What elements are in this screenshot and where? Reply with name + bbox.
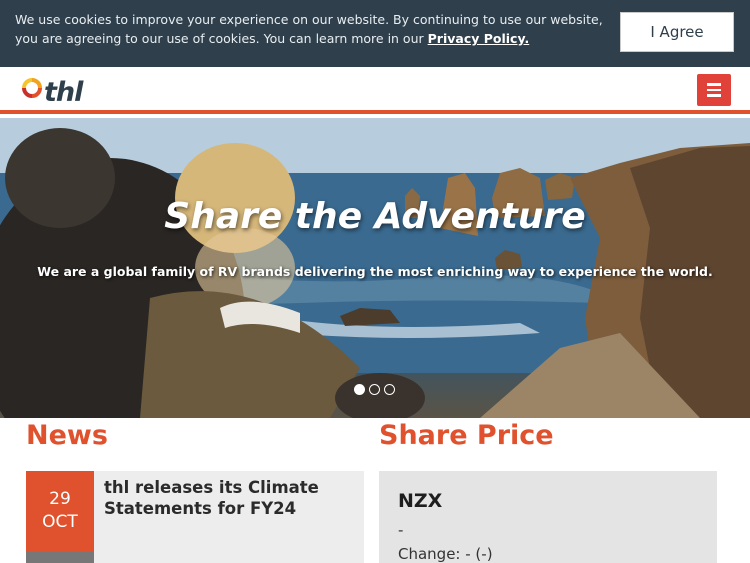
hero-carousel: Share the Adventure We are a global fami… <box>0 118 750 418</box>
logo-ring-icon <box>22 78 42 98</box>
share-price-card: NZX - Change: - (-) <box>379 471 717 563</box>
date-strip <box>26 552 94 563</box>
news-date-month: OCT <box>42 512 78 532</box>
share-price-change: Change: - (-) <box>398 545 493 563</box>
news-heading: News <box>26 420 108 451</box>
share-price-value: - <box>398 521 404 539</box>
logo-wordmark: thl <box>44 76 83 108</box>
privacy-policy-link[interactable]: Privacy Policy. <box>428 31 530 46</box>
news-date-badge: 29 OCT <box>26 471 94 552</box>
menu-button[interactable] <box>697 74 731 106</box>
exchange-name: NZX <box>398 490 443 512</box>
carousel-dot-2[interactable] <box>369 384 380 395</box>
site-header: thl <box>0 67 750 114</box>
hero-subtitle: We are a global family of RV brands deli… <box>37 264 713 279</box>
news-date-day: 29 <box>49 489 71 509</box>
share-price-heading: Share Price <box>379 420 554 451</box>
cookie-banner: We use cookies to improve your experienc… <box>0 0 750 67</box>
carousel-dot-3[interactable] <box>384 384 395 395</box>
carousel-dot-1[interactable] <box>354 384 365 395</box>
cookie-message: We use cookies to improve your experienc… <box>15 12 603 46</box>
hero-title: Share the Adventure <box>164 196 586 237</box>
hamburger-menu-icon <box>707 83 721 86</box>
carousel-dots <box>354 384 395 395</box>
agree-button[interactable]: I Agree <box>620 12 734 52</box>
news-item[interactable]: 29 OCT thl releases its Climate Statemen… <box>26 471 364 563</box>
news-headline-link[interactable]: thl releases its Climate Statements for … <box>104 477 354 519</box>
thl-logo[interactable]: thl <box>22 75 83 109</box>
